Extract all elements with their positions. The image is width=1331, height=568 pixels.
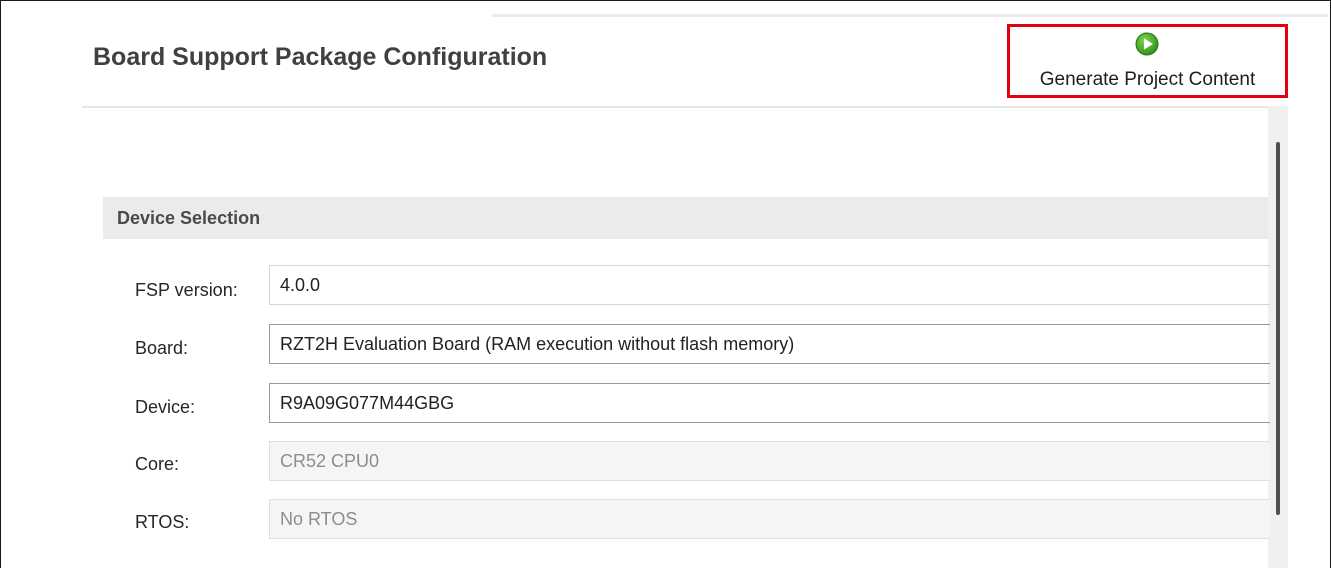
fsp-version-field[interactable]: 4.0.0 bbox=[269, 265, 1270, 305]
core-label: Core: bbox=[135, 454, 180, 474]
core-field: CR52 CPU0 bbox=[269, 441, 1270, 481]
generate-button-label: Generate Project Content bbox=[1039, 69, 1256, 90]
rtos-field: No RTOS bbox=[269, 499, 1270, 539]
play-circle-icon bbox=[1135, 32, 1159, 56]
section-title: Device Selection bbox=[117, 208, 261, 228]
fsp-version-label: FSP version: bbox=[135, 280, 238, 300]
rtos-label: RTOS: bbox=[135, 512, 190, 532]
device-selection-section-header: Device Selection bbox=[103, 197, 1268, 239]
generate-project-content-button[interactable]: Generate Project Content bbox=[1007, 24, 1288, 98]
device-field[interactable]: R9A09G077M44GBG bbox=[269, 383, 1270, 423]
vertical-scrollbar[interactable] bbox=[1268, 106, 1288, 568]
board-field[interactable]: RZT2H Evaluation Board (RAM execution wi… bbox=[269, 324, 1270, 364]
editor-header: Board Support Package Configuration Gene… bbox=[82, 14, 1288, 108]
board-label: Board: bbox=[135, 338, 189, 358]
page-title: Board Support Package Configuration bbox=[93, 43, 548, 71]
device-label: Device: bbox=[135, 397, 196, 417]
scrollbar-thumb[interactable] bbox=[1276, 142, 1280, 515]
